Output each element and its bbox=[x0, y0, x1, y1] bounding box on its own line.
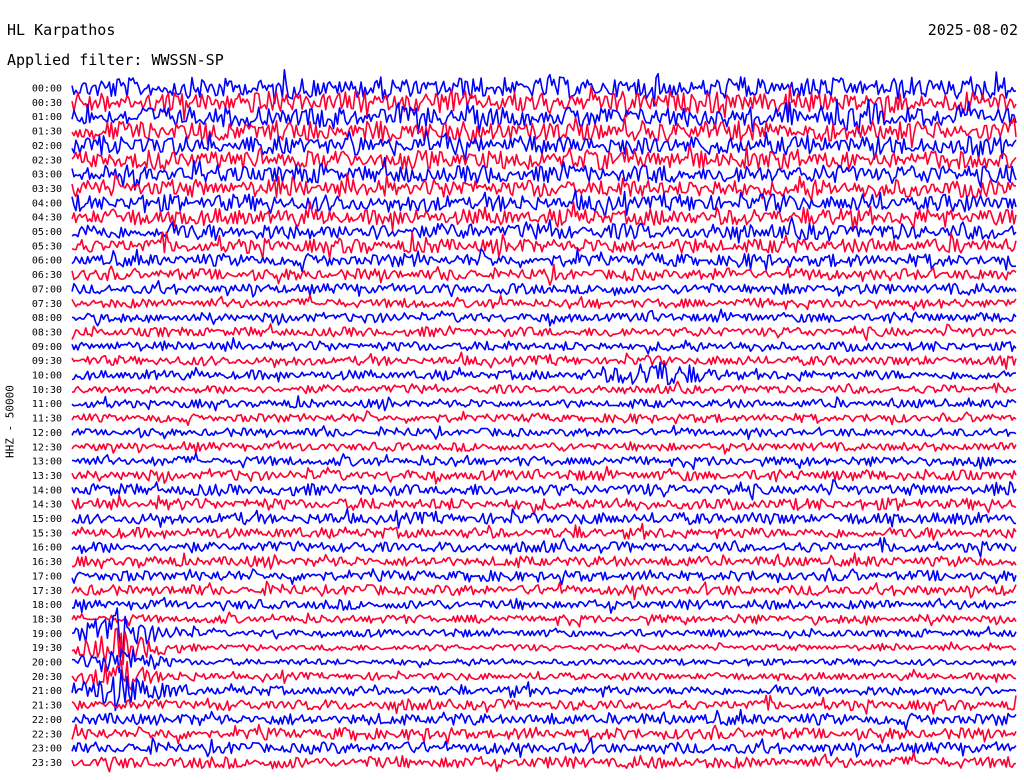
trace-1500 bbox=[71, 508, 1017, 529]
time-tick-2130: 21:30 bbox=[32, 701, 62, 712]
trace-1330 bbox=[71, 465, 1017, 485]
time-tick-2030: 20:30 bbox=[32, 672, 62, 683]
trace-0500 bbox=[71, 216, 1017, 244]
trace-2230 bbox=[71, 723, 1017, 745]
time-tick-0100: 01:00 bbox=[32, 112, 62, 123]
time-tick-0930: 09:30 bbox=[32, 356, 62, 367]
trace-0230 bbox=[71, 144, 1017, 172]
time-tick-1300: 13:00 bbox=[32, 457, 62, 468]
time-tick-1700: 17:00 bbox=[32, 571, 62, 582]
time-tick-1800: 18:00 bbox=[32, 600, 62, 611]
trace-1930 bbox=[71, 627, 1017, 666]
time-tick-1630: 16:30 bbox=[32, 557, 62, 568]
time-tick-0630: 06:30 bbox=[32, 270, 62, 281]
trace-2130 bbox=[71, 694, 1017, 715]
trace-group bbox=[71, 69, 1017, 773]
time-tick-1330: 13:30 bbox=[32, 471, 62, 482]
trace-0530 bbox=[71, 231, 1017, 260]
time-tick-1500: 15:00 bbox=[32, 514, 62, 525]
trace-0900 bbox=[71, 337, 1017, 355]
trace-1000 bbox=[71, 361, 1017, 386]
time-tick-1030: 10:30 bbox=[32, 385, 62, 396]
time-tick-2100: 21:00 bbox=[32, 686, 62, 697]
time-tick-2200: 22:00 bbox=[32, 715, 62, 726]
trace-1600 bbox=[71, 536, 1017, 558]
trace-0600 bbox=[71, 248, 1017, 273]
trace-1100 bbox=[71, 395, 1017, 412]
time-tick-2230: 22:30 bbox=[32, 729, 62, 740]
time-tick-2300: 23:00 bbox=[32, 744, 62, 755]
time-tick-2000: 20:00 bbox=[32, 658, 62, 669]
trace-1130 bbox=[71, 410, 1017, 427]
time-tick-1230: 12:30 bbox=[32, 442, 62, 453]
time-tick-0000: 00:00 bbox=[32, 84, 62, 95]
time-tick-1930: 19:30 bbox=[32, 643, 62, 654]
trace-1830 bbox=[71, 611, 1017, 628]
time-tick-0130: 01:30 bbox=[32, 127, 62, 138]
trace-1530 bbox=[71, 522, 1017, 541]
trace-1630 bbox=[71, 552, 1017, 570]
trace-0800 bbox=[71, 308, 1017, 327]
time-tick-1100: 11:00 bbox=[32, 399, 62, 410]
time-tick-0400: 04:00 bbox=[32, 198, 62, 209]
time-tick-0700: 07:00 bbox=[32, 284, 62, 295]
time-tick-1400: 14:00 bbox=[32, 485, 62, 496]
time-tick-0330: 03:30 bbox=[32, 184, 62, 195]
time-tick-0200: 02:00 bbox=[32, 141, 62, 152]
trace-1400 bbox=[71, 479, 1017, 501]
trace-2200 bbox=[71, 708, 1017, 731]
trace-0930 bbox=[71, 351, 1017, 370]
time-tick-0230: 02:30 bbox=[32, 155, 62, 166]
trace-0630 bbox=[71, 263, 1017, 286]
time-tick-1600: 16:00 bbox=[32, 543, 62, 554]
time-tick-1130: 11:30 bbox=[32, 414, 62, 425]
time-tick-1000: 10:00 bbox=[32, 371, 62, 382]
trace-1800 bbox=[72, 596, 1017, 614]
trace-1030 bbox=[71, 380, 1017, 395]
trace-0830 bbox=[71, 323, 1017, 341]
time-tick-0730: 07:30 bbox=[32, 299, 62, 310]
trace-1200 bbox=[71, 424, 1017, 440]
time-tick-1900: 19:00 bbox=[32, 629, 62, 640]
time-tick-0830: 08:30 bbox=[32, 327, 62, 338]
time-tick-0530: 05:30 bbox=[32, 241, 62, 252]
trace-2330 bbox=[71, 751, 1017, 773]
trace-0700 bbox=[71, 279, 1017, 298]
time-tick-0500: 05:00 bbox=[32, 227, 62, 238]
time-tick-0300: 03:00 bbox=[32, 170, 62, 181]
trace-1230 bbox=[71, 440, 1017, 455]
time-tick-group: 00:00 00:30 01:00 01:30 02:00 02:30 03:00 03:30… bbox=[32, 84, 62, 769]
time-tick-1830: 18:30 bbox=[32, 614, 62, 625]
time-tick-0030: 00:30 bbox=[32, 98, 62, 109]
trace-1730 bbox=[71, 580, 1017, 601]
time-tick-1200: 12:00 bbox=[32, 428, 62, 439]
time-tick-0800: 08:00 bbox=[32, 313, 62, 324]
time-tick-1430: 14:30 bbox=[32, 500, 62, 511]
time-tick-2330: 23:30 bbox=[32, 758, 62, 769]
trace-1430 bbox=[71, 494, 1017, 516]
trace-1700 bbox=[71, 567, 1017, 586]
trace-1300 bbox=[71, 452, 1017, 471]
time-tick-1530: 15:30 bbox=[32, 528, 62, 539]
trace-0730 bbox=[71, 294, 1017, 311]
seismogram-plot: 00:00 00:30 01:00 01:30 02:00 02:30 03:00 03:30… bbox=[32, 69, 1017, 773]
trace-2000 bbox=[71, 648, 1017, 674]
trace-2300 bbox=[71, 737, 1017, 758]
trace-0400 bbox=[71, 189, 1017, 219]
time-tick-0900: 09:00 bbox=[32, 342, 62, 353]
time-tick-1730: 17:30 bbox=[32, 586, 62, 597]
time-tick-0430: 04:30 bbox=[32, 213, 62, 224]
time-tick-0600: 06:00 bbox=[32, 256, 62, 267]
